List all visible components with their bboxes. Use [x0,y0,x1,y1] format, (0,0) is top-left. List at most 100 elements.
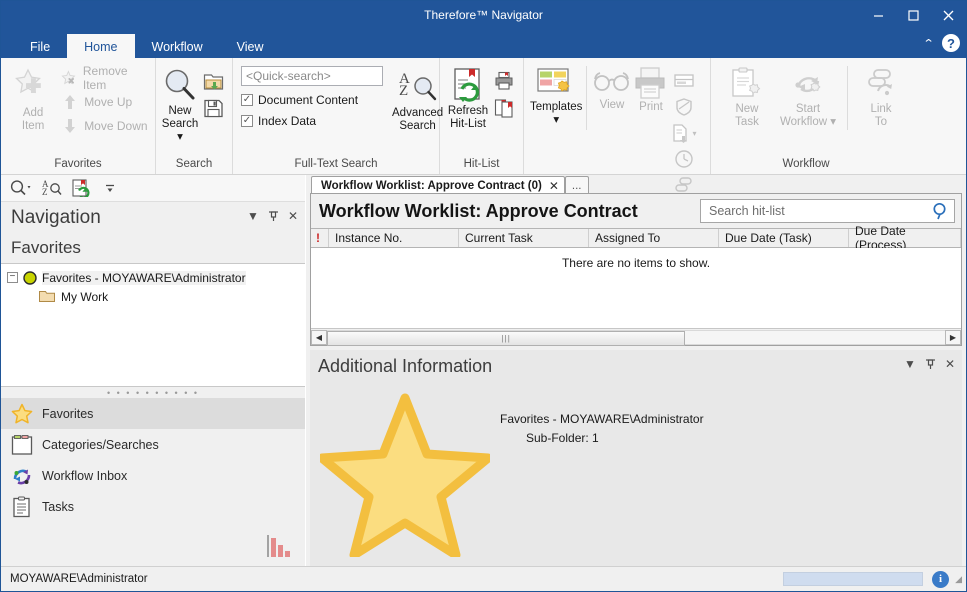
scroll-left-arrow-icon[interactable]: ◀ [311,330,327,345]
quick-search-input[interactable]: <Quick-search> [241,66,383,86]
security-button[interactable] [671,94,697,120]
navigation-panel-header-buttons: ▼ ✕ [247,209,298,223]
sort-search-button[interactable]: A Z [39,175,65,201]
move-down-button[interactable]: Move Down [59,114,149,138]
folder-icon [39,290,55,303]
pin-icon[interactable] [268,210,279,222]
advanced-search-button[interactable]: A Z AdvancedSearch [392,66,443,133]
additional-information-line2: Sub-Folder: 1 [500,429,704,448]
link-to-label-line1: Link [870,103,891,115]
templates-dropdown-arrow[interactable]: ▾ [553,114,559,126]
sidebar-item-favorites[interactable]: Favorites [1,398,305,429]
add-item-button[interactable]: AddItem [7,64,59,133]
hit-list-search-input[interactable]: Search hit-list [709,204,932,218]
statistics-icon[interactable] [267,534,293,558]
panel-close-icon[interactable]: ✕ [288,209,298,223]
scrollbar-track[interactable]: ||| [327,330,945,345]
new-search-button[interactable]: NewSearch ▾ [162,64,198,144]
new-task-button[interactable]: NewTask [723,64,771,129]
copy-document-icon [494,98,514,118]
window-controls [861,1,966,30]
tab-view[interactable]: View [220,34,281,60]
start-workflow-dropdown-arrow[interactable]: ▾ [827,116,836,128]
start-workflow-button[interactable]: StartWorkflow ▾ [775,64,841,129]
templates-button[interactable]: Templates▾ [530,64,582,127]
resize-grip-icon[interactable]: ◢ [949,574,962,585]
save-search-button[interactable] [200,95,226,121]
more-options-button[interactable] [97,175,123,201]
tree-root-node[interactable]: − Favorites - MOYAWARE\Administrator [1,268,305,287]
ribbon-group-documents-cases: Templates▾ View [524,58,711,174]
document-tab-worklist[interactable]: Workflow Worklist: Approve Contract (0) … [311,176,565,194]
checkout-button[interactable]: ▾ [671,120,697,146]
move-up-button[interactable]: Move Up [59,90,149,114]
panel-dropdown-icon[interactable]: ▼ [904,357,916,371]
favorites-tree[interactable]: − Favorites - MOYAWARE\Administrator My … [1,263,305,387]
index-data-label: Index Data [258,114,316,128]
tab-file[interactable]: File [13,34,67,60]
chevron-down-icon[interactable]: ▾ [692,129,696,138]
sidebar-item-categories-searches[interactable]: Categories/Searches [1,429,305,460]
start-workflow-label-line1: Start [796,103,820,115]
search-icon[interactable] [932,202,950,220]
ribbon-group-label-full-text-search: Full-Text Search [233,157,439,174]
title-bar: Therefore™ Navigator [1,1,966,30]
help-icon[interactable]: ? [942,34,960,52]
document-content-checkbox[interactable]: ✓ Document Content [241,89,383,110]
splitter-handle[interactable]: • • • • • • • • • • [1,387,305,398]
copy-hit-list-button[interactable] [491,95,517,121]
pin-icon[interactable] [925,358,936,370]
refresh-document-icon [71,179,91,197]
panel-close-icon[interactable]: ✕ [945,357,955,371]
navigation-panel-title: Navigation [11,207,101,229]
scrollbar-thumb[interactable]: ||| [327,331,685,346]
column-header-priority[interactable]: ! [311,229,329,247]
main-content: A Z [1,175,966,566]
column-header-assigned-to[interactable]: Assigned To [589,229,719,247]
info-icon[interactable]: i [932,571,949,588]
link-to-button[interactable]: LinkTo [858,64,904,129]
column-header-instance-no[interactable]: Instance No. [329,229,459,247]
refresh-hit-list-button[interactable]: RefreshHit-List [446,64,490,131]
close-button[interactable] [931,1,966,30]
sidebar-item-tasks[interactable]: Tasks [1,491,305,522]
view-button[interactable]: View [593,64,631,112]
remove-item-button[interactable]: Remove Item [59,66,149,90]
tab-home[interactable]: Home [67,34,134,60]
chevron-up-icon[interactable]: ⌃ [922,37,934,50]
document-tab-overflow[interactable]: ... [565,176,589,194]
open-search-button[interactable] [200,68,226,94]
column-header-current-task[interactable]: Current Task [459,229,589,247]
hit-list-horizontal-scrollbar[interactable]: ◀ ||| ▶ [311,328,961,345]
application-window: Therefore™ Navigator File Home Workflow … [0,0,967,592]
document-tab-close-icon[interactable]: ✕ [549,179,559,193]
new-search-dropdown-arrow[interactable]: ▾ [177,131,183,143]
properties-button[interactable] [671,68,697,94]
refresh-hit-list-label-line1: Refresh [448,105,488,117]
sub-folder-value: 1 [592,431,599,445]
print-button[interactable]: Print [633,64,669,114]
hit-list-panel: Workflow Worklist: Approve Contract Sear… [310,193,962,346]
hit-list-body: There are no items to show. [311,248,961,328]
scroll-right-arrow-icon[interactable]: ▶ [945,330,961,345]
tree-child-node[interactable]: My Work [1,287,305,306]
print-hit-list-button[interactable] [491,68,517,94]
status-bar: MOYAWARE\Administrator i ◢ [1,566,966,591]
hit-list-search[interactable]: Search hit-list [700,199,955,223]
refresh-navigation-button[interactable] [68,175,94,201]
minimize-button[interactable] [861,1,896,30]
refresh-hit-list-label-line2: Hit-List [450,118,486,130]
sidebar-item-workflow-inbox[interactable]: Workflow Inbox [1,460,305,491]
maximize-button[interactable] [896,1,931,30]
collapse-icon[interactable]: − [7,272,18,283]
history-button[interactable] [671,146,697,172]
tab-workflow[interactable]: Workflow [135,34,220,60]
advanced-search-label-line1: Advanced [392,107,443,119]
sub-folder-label: Sub-Folder: [526,431,589,445]
divider [847,66,848,130]
panel-dropdown-icon[interactable]: ▼ [247,209,259,223]
column-header-due-date-process[interactable]: Due Date (Process) [849,229,961,247]
column-header-due-date-task[interactable]: Due Date (Task) [719,229,849,247]
search-dropdown-button[interactable] [6,175,36,201]
index-data-checkbox[interactable]: ✓ Index Data [241,110,383,131]
